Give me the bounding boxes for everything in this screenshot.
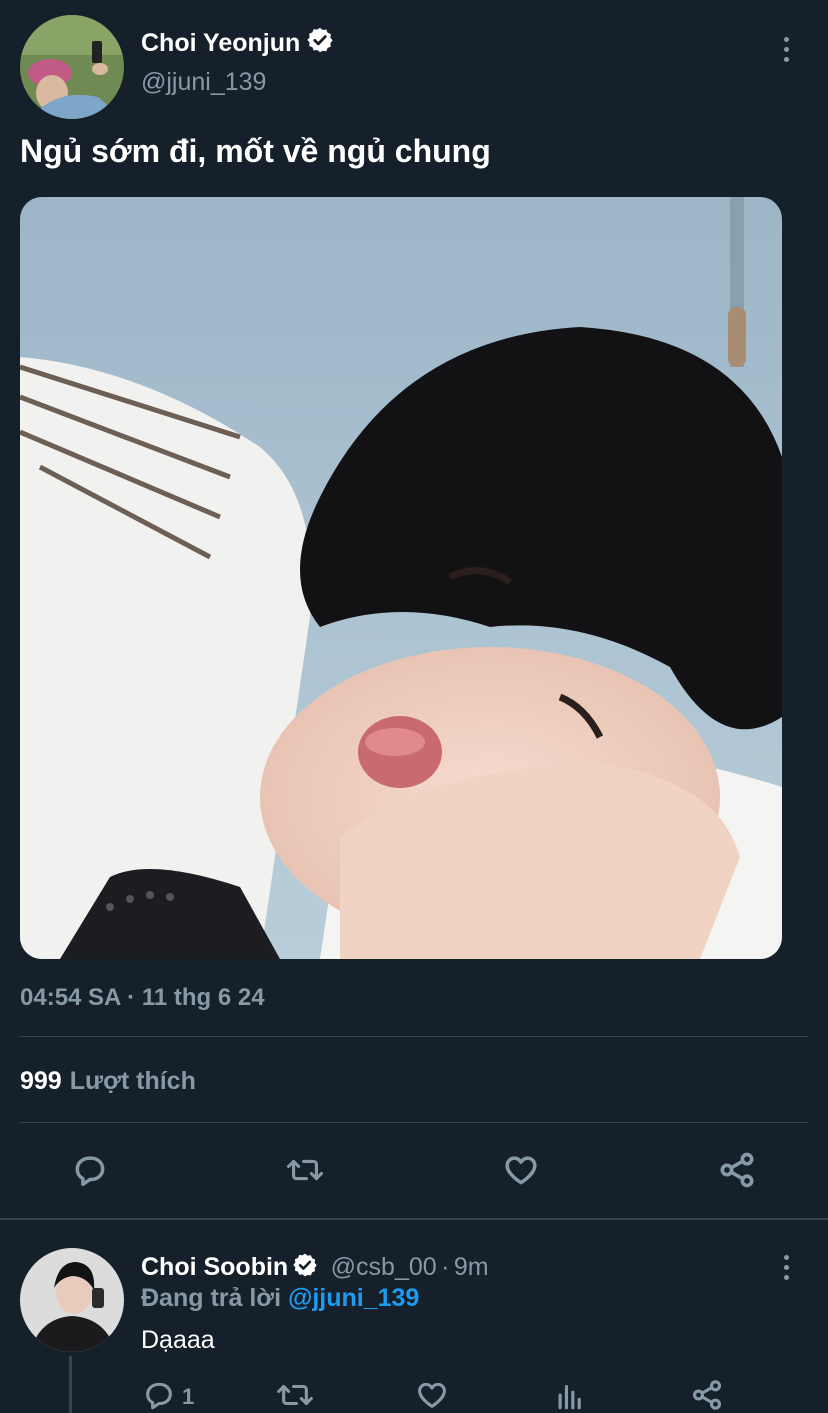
tweet-timestamp[interactable]: 04:54 SA · 11 thg 6 24 — [20, 984, 265, 1012]
reply-header[interactable]: Choi Soobin @csb_00 · 9m — [141, 1252, 489, 1283]
author-avatar[interactable] — [20, 15, 124, 119]
verified-badge-icon — [292, 1252, 318, 1283]
replying-to-mention[interactable]: @jjuni_139 — [288, 1284, 419, 1312]
reply-analytics-button[interactable] — [553, 1380, 587, 1413]
like-icon — [415, 1378, 449, 1413]
divider — [0, 1218, 828, 1220]
share-icon[interactable] — [717, 1150, 757, 1190]
divider — [20, 1036, 808, 1037]
reply-author-handle[interactable]: @csb_00 — [331, 1253, 437, 1281]
reply-share-button[interactable] — [690, 1378, 724, 1413]
replying-to: Đang trả lời @jjuni_139 — [141, 1284, 419, 1313]
author-name-row[interactable]: Choi Yeonjun — [141, 26, 334, 59]
reply-author-avatar[interactable] — [20, 1248, 124, 1352]
reply-reply-button[interactable]: 1 — [142, 1380, 194, 1413]
like-icon[interactable] — [501, 1150, 541, 1190]
reply-icon[interactable] — [70, 1150, 110, 1190]
reply-like-button[interactable] — [415, 1380, 449, 1413]
likes-count: 999 — [20, 1067, 62, 1095]
verified-badge-icon — [306, 26, 334, 59]
reply-author-name[interactable]: Choi Soobin — [141, 1253, 288, 1281]
tweet-photo[interactable] — [20, 197, 782, 959]
reply-time[interactable]: 9m — [454, 1253, 489, 1281]
reply-text: Dạaaa — [141, 1326, 215, 1354]
author-handle[interactable]: @jjuni_139 — [141, 68, 266, 97]
likes-summary[interactable]: 999 Lượt thích — [20, 1067, 196, 1096]
reply-more-options-icon[interactable] — [774, 1247, 798, 1287]
likes-label: Lượt thích — [69, 1067, 196, 1095]
retweet-icon — [275, 1378, 315, 1413]
author-name[interactable]: Choi Yeonjun — [141, 29, 300, 57]
replying-to-label: Đang trả lời — [141, 1284, 282, 1312]
tweet-text: Ngủ sớm đi, mốt về ngủ chung — [20, 133, 491, 169]
reply-retweet-button[interactable] — [275, 1380, 315, 1413]
divider — [20, 1122, 808, 1123]
thread-line — [69, 1356, 72, 1413]
reply-icon — [142, 1378, 176, 1413]
separator-dot: · — [441, 1253, 450, 1281]
retweet-icon[interactable] — [285, 1150, 325, 1190]
analytics-icon — [553, 1378, 587, 1413]
more-options-icon[interactable] — [774, 29, 798, 69]
share-icon — [690, 1378, 724, 1413]
reply-count: 1 — [182, 1384, 195, 1409]
